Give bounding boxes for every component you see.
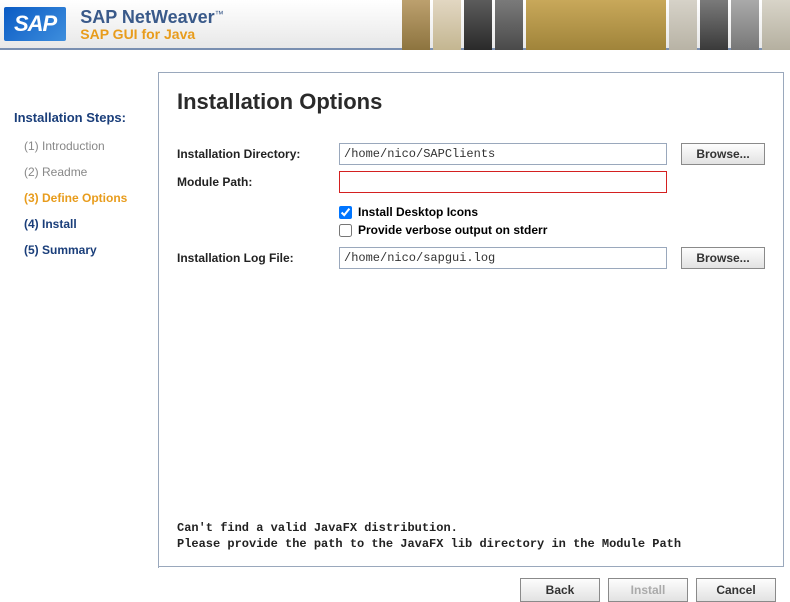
step-readme: (2) Readme: [14, 165, 148, 179]
header-subtitle: SAP GUI for Java: [80, 26, 223, 42]
back-button[interactable]: Back: [520, 578, 600, 602]
options-panel: Installation Options Installation Direct…: [159, 73, 783, 566]
step-introduction: (1) Introduction: [14, 139, 148, 153]
desktop-icons-checkbox[interactable]: [339, 206, 352, 219]
log-file-input[interactable]: [339, 247, 667, 269]
install-button[interactable]: Install: [608, 578, 688, 602]
module-path-label: Module Path:: [177, 175, 339, 189]
header-bar: SAP SAP NetWeaver™ SAP GUI for Java: [0, 0, 790, 50]
error-line2: Please provide the path to the JavaFX li…: [177, 536, 765, 552]
header-decoration: [399, 0, 790, 50]
installation-steps-sidebar: Installation Steps: (1) Introduction (2)…: [0, 50, 158, 568]
verbose-checkbox-row[interactable]: Provide verbose output on stderr: [339, 223, 765, 237]
cancel-button[interactable]: Cancel: [696, 578, 776, 602]
install-dir-label: Installation Directory:: [177, 147, 339, 161]
install-dir-input[interactable]: [339, 143, 667, 165]
wizard-button-bar: Back Install Cancel: [520, 578, 776, 602]
desktop-icons-label: Install Desktop Icons: [358, 205, 478, 219]
verbose-label: Provide verbose output on stderr: [358, 223, 547, 237]
page-title: Installation Options: [177, 89, 765, 115]
browse-log-file-button[interactable]: Browse...: [681, 247, 765, 269]
sap-logo-text: SAP: [4, 7, 66, 41]
error-message: Can't find a valid JavaFX distribution. …: [177, 520, 765, 552]
sap-logo: SAP: [4, 7, 66, 41]
sidebar-title: Installation Steps:: [14, 110, 148, 125]
header-title: SAP NetWeaver™: [80, 7, 223, 28]
verbose-checkbox[interactable]: [339, 224, 352, 237]
browse-install-dir-button[interactable]: Browse...: [681, 143, 765, 165]
header-text: SAP NetWeaver™ SAP GUI for Java: [80, 7, 223, 42]
step-install: (4) Install: [14, 217, 148, 231]
desktop-icons-checkbox-row[interactable]: Install Desktop Icons: [339, 205, 765, 219]
step-define-options: (3) Define Options: [14, 191, 148, 205]
module-path-input[interactable]: [339, 171, 667, 193]
step-summary: (5) Summary: [14, 243, 148, 257]
log-file-label: Installation Log File:: [177, 251, 339, 265]
error-line1: Can't find a valid JavaFX distribution.: [177, 520, 765, 536]
